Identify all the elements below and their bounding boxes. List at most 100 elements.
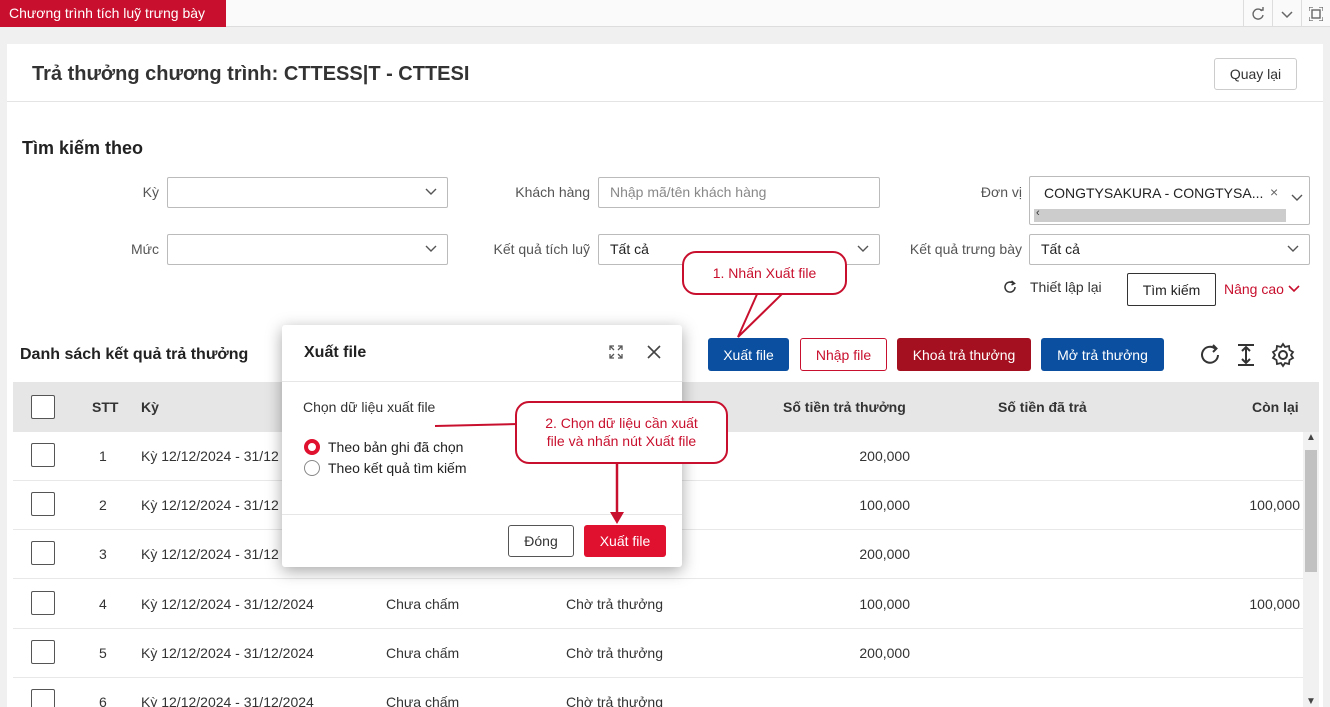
cell-so-tien: 200,000: [859, 546, 910, 562]
page-title: Trả thưởng chương trình: CTTESS|T - CTTE…: [32, 63, 470, 85]
don-vi-label: Đơn vị: [980, 184, 1022, 200]
cell-trang-thai: Chờ trả thưởng: [566, 645, 663, 661]
row-checkbox[interactable]: [31, 443, 55, 467]
col-so-tien-da-tra[interactable]: Số tiền đã trả: [998, 399, 1087, 415]
export-prompt: Chọn dữ liệu xuất file: [303, 399, 436, 415]
cell-cham: Chưa chấm: [386, 596, 460, 612]
reset-icon: [1004, 280, 1016, 293]
cell-stt: 3: [99, 546, 107, 562]
top-bar: Chương trình tích luỹ trưng bày: [0, 0, 1330, 27]
cell-stt: 1: [99, 448, 107, 464]
radio-selected-records[interactable]: [304, 439, 320, 455]
import-file-button[interactable]: Nhập file: [800, 338, 887, 371]
step2-text-line2: file và nhấn nút Xuất file: [546, 433, 697, 449]
row-checkbox[interactable]: [31, 492, 55, 516]
ket-qua-tich-luy-label: Kết quả tích luỹ: [493, 241, 590, 257]
cell-so-tien: 100,000: [859, 497, 910, 513]
col-so-tien-tra-thuong[interactable]: Số tiền trả thưởng: [783, 399, 906, 415]
close-icon[interactable]: [645, 343, 663, 361]
unlock-reward-button[interactable]: Mở trả thưởng: [1041, 338, 1164, 371]
ket-qua-trung-bay-select[interactable]: Tất cả: [1029, 234, 1310, 265]
table-row[interactable]: 6 Kỳ 12/12/2024 - 31/12/2024 Chưa chấm C…: [13, 678, 1303, 707]
table-row[interactable]: 4 Kỳ 12/12/2024 - 31/12/2024 Chưa chấm C…: [13, 580, 1303, 629]
scroll-up-icon[interactable]: ▲: [1306, 432, 1316, 443]
cell-so-tien: 100,000: [859, 596, 910, 612]
cell-trang-thai: Chờ trả thưởng: [566, 596, 663, 612]
chevron-down-icon: [425, 235, 437, 264]
scroll-down-icon[interactable]: ▼: [1306, 696, 1316, 707]
remove-tag-icon[interactable]: ×: [1270, 184, 1278, 200]
row-checkbox[interactable]: [31, 689, 55, 707]
step2-callout: 2. Chọn dữ liệu cần xuất file và nhấn nú…: [515, 401, 728, 464]
table-vertical-scrollbar[interactable]: ▲ ▼: [1303, 432, 1319, 707]
col-con-lai[interactable]: Còn lại: [1252, 399, 1299, 415]
step2-text-line1: 2. Chọn dữ liệu cần xuất: [545, 415, 698, 431]
chevron-down-icon: [1287, 235, 1299, 264]
ky-label: Kỳ: [142, 184, 159, 200]
radio-search-results-label[interactable]: Theo kết quả tìm kiếm: [328, 460, 467, 476]
cell-trang-thai: Chờ trả thưởng: [566, 694, 663, 707]
ket-qua-trung-bay-label: Kết quả trưng bày: [909, 241, 1022, 257]
muc-select[interactable]: [167, 234, 448, 265]
app-tab[interactable]: Chương trình tích luỹ trưng bày: [0, 0, 226, 27]
chevron-down-icon: [1288, 285, 1300, 293]
chevron-down-icon: [1291, 190, 1303, 206]
cell-con-lai: 100,000: [1249, 497, 1300, 513]
radio-selected-records-label[interactable]: Theo bản ghi đã chọn: [328, 439, 463, 455]
ket-qua-tich-luy-value: Tất cả: [610, 241, 649, 257]
chevron-down-icon[interactable]: [1272, 0, 1301, 27]
khach-hang-input[interactable]: Nhập mã/tên khách hàng: [598, 177, 880, 208]
modal-export-button[interactable]: Xuất file: [584, 525, 666, 557]
table-row[interactable]: 5 Kỳ 12/12/2024 - 31/12/2024 Chưa chấm C…: [13, 629, 1303, 678]
refresh-icon[interactable]: [1243, 0, 1272, 27]
divider: [7, 101, 1323, 102]
ket-qua-trung-bay-value: Tất cả: [1041, 241, 1080, 257]
cell-ky: Kỳ 12/12/2024 - 31/12/2024: [141, 596, 314, 612]
cell-ky: Kỳ 12/12/2024 - 31/12: [141, 497, 279, 513]
reset-button[interactable]: Thiết lập lại: [1002, 279, 1102, 295]
scrollbar-thumb[interactable]: [1305, 450, 1317, 572]
row-checkbox[interactable]: [31, 640, 55, 664]
reset-label: Thiết lập lại: [1030, 279, 1102, 295]
horizontal-scrollbar[interactable]: ‹: [1034, 207, 1286, 222]
settings-gear-icon[interactable]: [1270, 342, 1296, 368]
cell-stt: 5: [99, 645, 107, 661]
window-controls: [1243, 0, 1330, 27]
modal-divider: [282, 381, 682, 382]
chevron-down-icon: [425, 178, 437, 207]
row-checkbox[interactable]: [31, 591, 55, 615]
col-stt[interactable]: STT: [92, 399, 118, 415]
cell-ky: Kỳ 12/12/2024 - 31/12: [141, 546, 279, 562]
modal-close-button[interactable]: Đóng: [508, 525, 574, 557]
row-checkbox[interactable]: [31, 541, 55, 565]
col-ky[interactable]: Kỳ: [141, 399, 159, 415]
search-section-title: Tìm kiếm theo: [22, 138, 144, 158]
chevron-left-icon[interactable]: ‹: [1036, 207, 1040, 219]
lock-reward-button[interactable]: Khoá trả thưởng: [897, 338, 1031, 371]
search-button[interactable]: Tìm kiếm: [1127, 273, 1216, 306]
advanced-toggle[interactable]: Nâng cao: [1224, 281, 1300, 297]
column-height-icon[interactable]: [1233, 342, 1259, 368]
export-file-button[interactable]: Xuất file: [708, 338, 789, 371]
muc-label: Mức: [130, 241, 159, 257]
don-vi-tag: CONGTYSAKURA - CONGTYSA...: [1044, 185, 1264, 201]
radio-search-results[interactable]: [304, 460, 320, 476]
select-all-checkbox[interactable]: [31, 395, 55, 419]
step1-callout: 1. Nhấn Xuất file: [682, 251, 847, 295]
ky-select[interactable]: [167, 177, 448, 208]
cell-so-tien: 200,000: [859, 448, 910, 464]
cell-ky: Kỳ 12/12/2024 - 31/12/2024: [141, 645, 314, 661]
expand-icon[interactable]: [607, 343, 625, 361]
cell-ky: Kỳ 12/12/2024 - 31/12: [141, 448, 279, 464]
modal-footer-divider: [282, 514, 682, 515]
refresh-icon[interactable]: [1198, 342, 1224, 368]
cell-stt: 4: [99, 596, 107, 612]
fullscreen-icon[interactable]: [1301, 0, 1330, 27]
back-button[interactable]: Quay lại: [1214, 58, 1297, 90]
cell-con-lai: 100,000: [1249, 596, 1300, 612]
cell-stt: 2: [99, 497, 107, 513]
chevron-down-icon: [857, 235, 869, 264]
cell-so-tien: 200,000: [859, 645, 910, 661]
list-title: Danh sách kết quả trả thưởng: [20, 346, 249, 363]
don-vi-multiselect[interactable]: CONGTYSAKURA - CONGTYSA... × ‹: [1029, 176, 1310, 225]
